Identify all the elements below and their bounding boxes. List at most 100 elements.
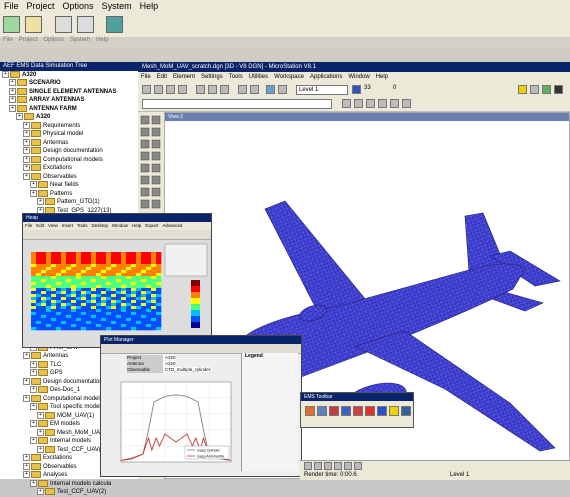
open-file-icon[interactable] [154,85,163,94]
new-file-icon[interactable] [142,85,151,94]
expand-toggle-icon[interactable]: + [30,403,37,411]
help-icon[interactable] [389,406,399,416]
expand-toggle-icon[interactable]: + [37,411,44,419]
tree-item[interactable]: + Internal models calcula [0,479,138,488]
ems-tool-7[interactable] [377,406,387,416]
lightbulb-icon[interactable] [518,85,527,94]
open-folder-button[interactable] [25,16,42,33]
tree-item[interactable]: + A320 [0,113,138,121]
expand-toggle-icon[interactable]: + [30,479,37,487]
menu-project[interactable]: Project [23,0,59,11]
menu-system[interactable]: System [98,0,136,11]
tool-button-1[interactable] [55,16,72,33]
tree-item[interactable]: + SCENARIO [0,79,138,87]
expand-toggle-icon[interactable]: + [30,189,37,197]
hm-menu-view[interactable]: View [46,223,60,228]
ms-menu-file[interactable]: File [138,74,154,80]
view-ctrl-2[interactable] [314,462,322,470]
expand-toggle-icon[interactable]: + [23,164,30,172]
expand-toggle-icon[interactable]: + [30,181,37,189]
tree-item[interactable]: + Design documentation [0,147,138,155]
ms-menu-help[interactable]: Help [373,74,391,80]
tree-item[interactable]: + Physical model [0,130,138,138]
view-ctrl-1[interactable] [304,462,312,470]
green-icon[interactable] [542,85,551,94]
tree-item[interactable]: + Computational models [0,155,138,164]
tree-item[interactable]: + A320 [0,71,138,79]
ems-tool-2[interactable] [317,406,327,416]
tree-item[interactable]: + ANTENNA FARM [0,104,138,113]
bg-menu-options[interactable]: Options [40,37,67,43]
tree-item[interactable]: + Near fields [0,181,138,189]
expand-toggle-icon[interactable]: + [23,352,30,360]
shape-tool-3[interactable] [366,99,375,108]
menu-file[interactable]: File [0,0,23,11]
globe-icon[interactable] [266,85,275,94]
menu-options[interactable]: Options [59,0,98,11]
view-ctrl-3[interactable] [324,462,332,470]
tree-item[interactable]: + Requirements [0,121,138,130]
expand-toggle-icon[interactable]: + [37,445,44,453]
ms-menu-element[interactable]: Element [170,74,198,80]
ms-menu-settings[interactable]: Settings [198,74,226,80]
expand-toggle-icon[interactable]: + [37,488,44,496]
bg-menu-file[interactable]: File [0,37,16,43]
expand-toggle-icon[interactable]: + [23,155,30,163]
expand-toggle-icon[interactable]: + [9,104,16,112]
tree-item[interactable]: + Antennas [0,138,138,147]
tree-item[interactable]: + ARRAY ANTENNAS [0,96,138,104]
bg-menu-system[interactable]: System [67,37,93,43]
expand-toggle-icon[interactable]: + [9,87,16,95]
ms-menu-applications[interactable]: Applications [307,74,345,80]
tree-item[interactable]: + Excitations [0,164,138,172]
dark-icon[interactable] [554,85,563,94]
ems-tool-4[interactable] [341,406,351,416]
expand-toggle-icon[interactable]: + [23,121,30,129]
bg-menu-project[interactable]: Project [16,37,41,43]
ms-menu-edit[interactable]: Edit [154,74,170,80]
settings-icon[interactable] [530,85,539,94]
level-select[interactable]: Level 1 [296,85,348,95]
hm-menu-advanced[interactable]: Advanced [160,223,184,228]
view-ctrl-4[interactable] [334,462,342,470]
color-value[interactable]: 0 [393,85,396,91]
expand-toggle-icon[interactable]: + [23,172,30,180]
hm-menu-export[interactable]: Export [143,223,160,228]
expand-toggle-icon[interactable]: + [23,454,30,462]
paste-icon[interactable] [220,85,229,94]
cut-icon[interactable] [196,85,205,94]
redo-icon[interactable] [250,85,259,94]
ms-menu-utilities[interactable]: Utilities [246,74,271,80]
save-icon[interactable] [166,85,175,94]
expand-toggle-icon[interactable]: + [23,138,30,146]
expand-toggle-icon[interactable]: + [30,386,37,394]
monitor-button[interactable] [106,16,123,33]
exit-button[interactable] [3,16,20,33]
expand-toggle-icon[interactable]: + [23,394,30,402]
expand-toggle-icon[interactable]: + [30,420,37,428]
expand-toggle-icon[interactable]: + [37,198,44,206]
expand-toggle-icon[interactable]: + [23,147,30,155]
expand-toggle-icon[interactable]: + [23,462,30,470]
hm-menu-file[interactable]: File [23,223,34,228]
undo-icon[interactable] [238,85,247,94]
print-icon[interactable] [178,85,187,94]
expand-toggle-icon[interactable]: + [23,471,30,479]
tree-item[interactable]: + Observables [0,172,138,181]
shape-tool-6[interactable] [402,99,411,108]
view-ctrl-6[interactable] [354,462,362,470]
hm-menu-help[interactable]: Help [130,223,143,228]
shape-tool-1[interactable] [342,99,351,108]
ms-menu-window[interactable]: Window [345,74,372,80]
shape-tool-4[interactable] [378,99,387,108]
shape-tool-2[interactable] [354,99,363,108]
tree-item[interactable]: + SINGLE ELEMENT ANTENNAS [0,87,138,96]
help-icon[interactable] [278,85,287,94]
hm-menu-desktop[interactable]: Desktop [90,223,111,228]
tool-button-2[interactable] [77,16,94,33]
shape-tool-5[interactable] [390,99,399,108]
hm-menu-tools[interactable]: Tools [75,223,90,228]
close-icon[interactable] [365,406,375,416]
ems-tool-9[interactable] [401,406,411,416]
bg-menu-help[interactable]: Help [93,37,111,43]
